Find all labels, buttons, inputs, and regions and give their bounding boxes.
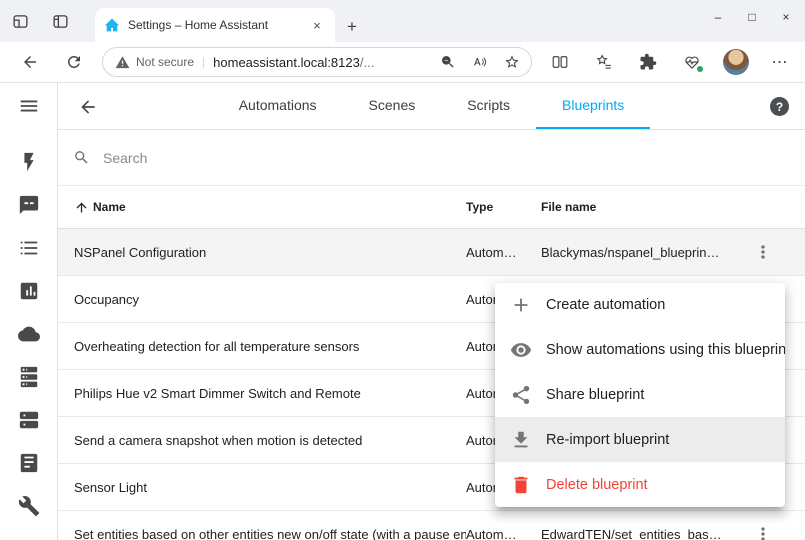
- row-name: Overheating detection for all temperatur…: [74, 339, 466, 354]
- search-input[interactable]: [103, 150, 403, 166]
- sidebar-energy-icon[interactable]: [11, 144, 47, 180]
- sidebar-developer-tools-icon[interactable]: [11, 488, 47, 524]
- sidebar-logbook-icon[interactable]: [11, 230, 47, 266]
- plus-icon: [510, 294, 532, 316]
- sidebar-chat-icon[interactable]: [11, 187, 47, 223]
- menu-item-share-blueprint[interactable]: Share blueprint: [495, 373, 785, 418]
- menu-item-create-automation[interactable]: Create automation: [495, 283, 785, 328]
- tab-close-icon[interactable]: ×: [308, 16, 326, 34]
- column-header-name[interactable]: Name: [74, 200, 466, 215]
- split-screen-icon[interactable]: [542, 44, 578, 80]
- browser-tab[interactable]: Settings – Home Assistant ×: [95, 8, 335, 42]
- ha-sidebar: [0, 83, 58, 540]
- row-name: Set entities based on other entities new…: [74, 527, 466, 540]
- browser-essentials-icon[interactable]: [674, 44, 710, 80]
- browser-toolbar: Not secure | homeassistant.local:8123/..…: [0, 42, 805, 83]
- sidebar-cloud-icon[interactable]: [11, 316, 47, 352]
- search-bar: [58, 130, 805, 186]
- blueprint-context-menu: Create automation Show automations using…: [495, 283, 785, 507]
- ha-back-arrow-icon[interactable]: [70, 89, 106, 125]
- toolbar-right: ⋯: [542, 44, 798, 80]
- tab-scenes[interactable]: Scenes: [343, 83, 442, 129]
- row-type: Autom…: [466, 245, 541, 260]
- maximize-button[interactable]: □: [735, 0, 769, 34]
- tab-strip: Settings – Home Assistant × + – □ ×: [0, 0, 805, 42]
- search-icon: [73, 149, 90, 166]
- workspaces-icon[interactable]: [8, 9, 32, 33]
- window-close-button[interactable]: ×: [769, 0, 803, 34]
- sidebar-server-3-icon[interactable]: [11, 445, 47, 481]
- ha-header: Automations Scenes Scripts Blueprints ?: [58, 83, 805, 130]
- row-name: Philips Hue v2 Smart Dimmer Switch and R…: [74, 386, 466, 401]
- row-name: Occupancy: [74, 292, 466, 307]
- more-icon: ⋯: [772, 52, 789, 72]
- profile-avatar: [723, 49, 749, 75]
- url-text[interactable]: homeassistant.local:8123/...: [213, 55, 429, 70]
- download-icon: [510, 429, 532, 451]
- column-header-type[interactable]: Type: [466, 200, 541, 214]
- row-name: Sensor Light: [74, 480, 466, 495]
- tab-title: Settings – Home Assistant: [128, 18, 300, 32]
- table-row[interactable]: NSPanel Configuration Autom… Blackymas/n…: [58, 229, 805, 276]
- url-path: /...: [360, 55, 374, 70]
- row-file: Blackymas/nspanel_blueprin…: [541, 245, 736, 260]
- column-header-file[interactable]: File name: [541, 200, 736, 214]
- address-bar[interactable]: Not secure | homeassistant.local:8123/..…: [102, 47, 532, 77]
- eye-icon: [510, 339, 532, 361]
- refresh-button[interactable]: [56, 44, 92, 80]
- menu-item-reimport-blueprint[interactable]: Re-import blueprint: [495, 417, 785, 462]
- read-aloud-icon[interactable]: [467, 49, 493, 75]
- tab-blueprints[interactable]: Blueprints: [536, 83, 650, 129]
- profile-button[interactable]: [718, 44, 754, 80]
- row-type: Autom…: [466, 527, 541, 540]
- menu-item-show-automations[interactable]: Show automations using this blueprint: [495, 328, 785, 373]
- tab-automations[interactable]: Automations: [213, 83, 343, 129]
- table-header: Name Type File name: [58, 186, 805, 229]
- row-overflow-menu-button[interactable]: [746, 517, 780, 540]
- new-tab-button[interactable]: +: [340, 15, 364, 39]
- extensions-icon[interactable]: [630, 44, 666, 80]
- essentials-status-badge: [696, 65, 704, 73]
- row-file: EdwardTEN/set_entities_bas…: [541, 527, 736, 540]
- table-row[interactable]: Set entities based on other entities new…: [58, 511, 805, 540]
- zoom-out-icon[interactable]: [435, 49, 461, 75]
- row-overflow-menu-button[interactable]: [746, 235, 780, 269]
- sort-ascending-icon: [74, 200, 89, 215]
- row-name: NSPanel Configuration: [74, 245, 466, 260]
- browser-menu-button[interactable]: ⋯: [762, 44, 798, 80]
- trash-icon: [510, 474, 532, 496]
- window-controls: – □ ×: [701, 0, 803, 34]
- share-icon: [510, 384, 532, 406]
- favorite-star-icon[interactable]: [499, 49, 525, 75]
- sidebar-server-1-icon[interactable]: [11, 359, 47, 395]
- browser-window: Settings – Home Assistant × + – □ × Not …: [0, 0, 805, 540]
- not-secure-warning-icon[interactable]: [115, 55, 130, 70]
- favorites-hub-icon[interactable]: [586, 44, 622, 80]
- home-assistant-logo-icon: [104, 17, 120, 33]
- tab-actions-icon[interactable]: [48, 9, 72, 33]
- sidebar-menu-icon[interactable]: [11, 88, 47, 124]
- url-host: homeassistant.local:8123: [213, 55, 360, 70]
- sidebar-server-2-icon[interactable]: [11, 402, 47, 438]
- minimize-button[interactable]: –: [701, 0, 735, 34]
- tab-scripts[interactable]: Scripts: [441, 83, 536, 129]
- sidebar-history-chart-icon[interactable]: [11, 273, 47, 309]
- row-name: Send a camera snapshot when motion is de…: [74, 433, 466, 448]
- help-icon[interactable]: ?: [770, 97, 789, 116]
- back-button[interactable]: [12, 44, 48, 80]
- menu-item-delete-blueprint[interactable]: Delete blueprint: [495, 462, 785, 507]
- url-divider: |: [202, 55, 205, 69]
- security-label[interactable]: Not secure: [136, 55, 194, 69]
